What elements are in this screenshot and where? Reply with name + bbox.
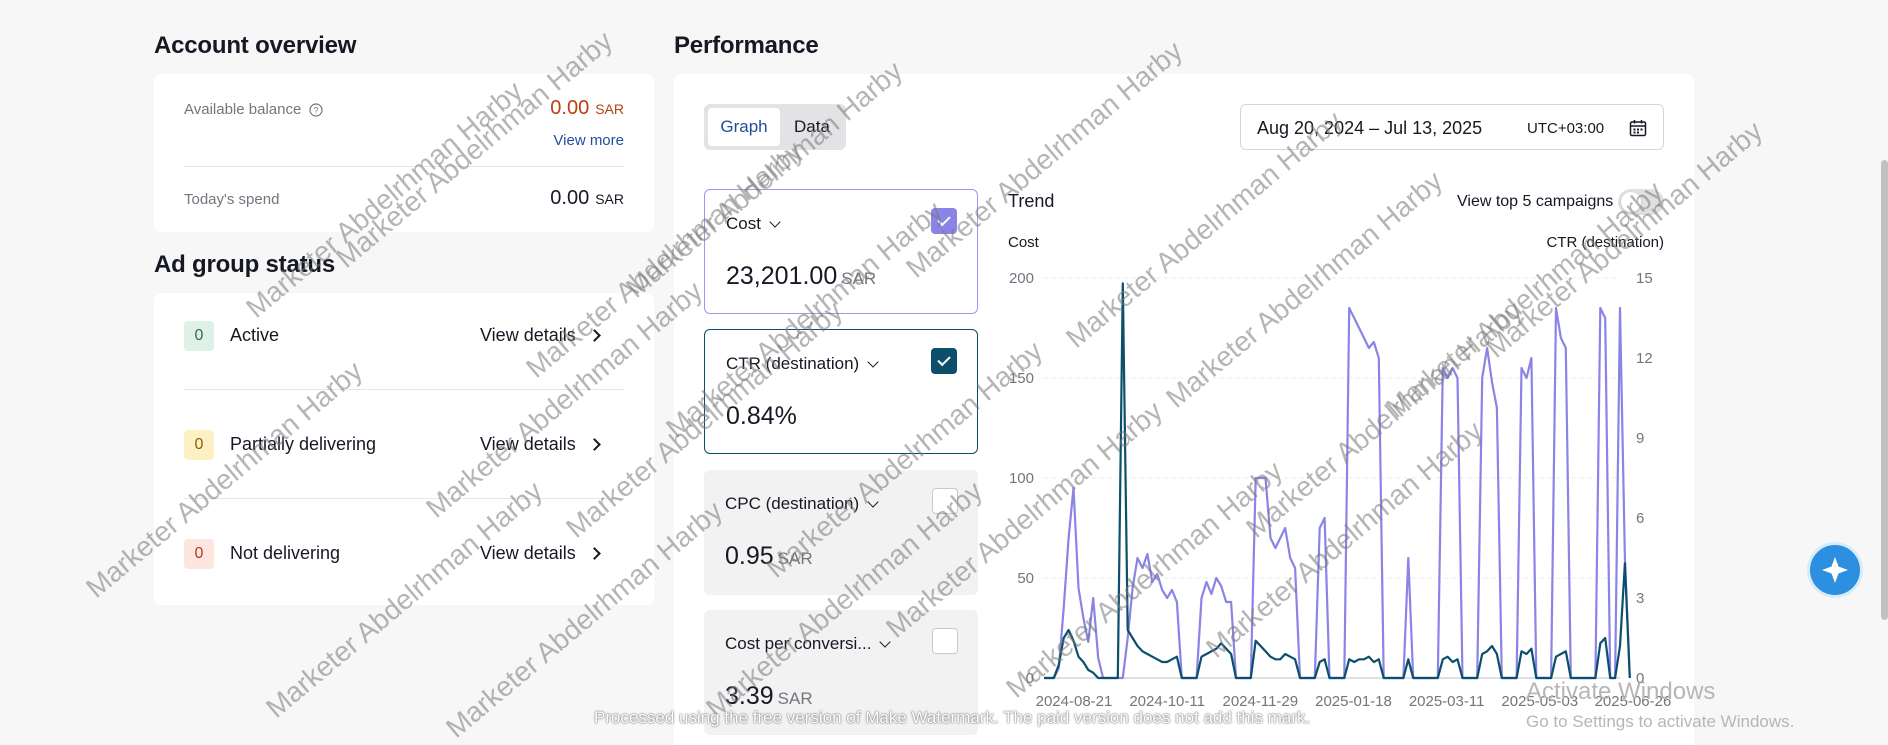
metric-value-cpc: 0.95 SAR (725, 542, 813, 570)
right-axis-title: CTR (destination) (1546, 234, 1664, 251)
assistant-button[interactable] (1807, 542, 1863, 598)
status-label-not-delivering: Not delivering (230, 543, 341, 563)
view-details-active-button[interactable]: View details (480, 325, 601, 346)
performance-title: Performance (674, 32, 819, 59)
activate-windows-title: Activate Windows (1526, 678, 1716, 705)
right-tick-label: 6 (1636, 510, 1644, 527)
metric-card-cpc[interactable]: CPC (destination) 0.95 SAR (704, 470, 978, 595)
divider (184, 166, 624, 167)
status-label-partially-delivering: Partially delivering (230, 434, 377, 454)
x-tick-label: 2025-01-18 (1315, 693, 1392, 710)
tab-graph[interactable]: Graph (708, 108, 780, 146)
timezone-text: UTC+03:00 (1527, 120, 1605, 137)
metric-checkbox-cpc[interactable] (932, 488, 958, 514)
metric-checkbox-ctr[interactable] (931, 348, 957, 374)
metric-title-ctr[interactable]: CTR (destination) (726, 354, 879, 374)
date-range-text: Aug 20, 2024 – Jul 13, 2025 (1257, 118, 1483, 138)
check-icon (937, 352, 951, 367)
metric-title-cost[interactable]: Cost (726, 214, 781, 234)
metric-checkbox-cost-per-conversion[interactable] (932, 628, 958, 654)
todays-spend-value: 0.00 SAR (550, 187, 624, 209)
metric-title-cost-per-conversion[interactable]: Cost per conversi... (725, 634, 892, 654)
partially-delivering-count-badge: 0 (184, 430, 214, 460)
view-more-link[interactable]: View more (553, 132, 624, 149)
toggle-knob (1621, 192, 1641, 212)
chevron-right-icon (587, 547, 601, 560)
not-delivering-count-badge: 0 (184, 539, 214, 569)
date-range-picker[interactable]: Aug 20, 2024 – Jul 13, 2025 UTC+03:00 (1240, 104, 1664, 150)
top5-toggle[interactable] (1618, 189, 1664, 215)
account-overview-card: Available balance ? 0.00 SAR View more To… (154, 74, 654, 232)
right-tick-label: 12 (1636, 350, 1653, 367)
chevron-down-icon (879, 635, 892, 648)
metric-value-cost-per-conversion: 3.39 SAR (725, 682, 813, 710)
left-tick-label: 100 (1009, 470, 1034, 487)
metric-card-ctr[interactable]: CTR (destination) 0.84% (704, 329, 978, 454)
ad-group-status-title: Ad group status (154, 251, 335, 278)
calendar-icon (1629, 120, 1647, 137)
check-icon (937, 212, 951, 227)
right-tick-label: 9 (1636, 430, 1644, 447)
metric-card-cost[interactable]: Cost 23,201.00 SAR (704, 189, 978, 314)
available-balance-label: Available balance (184, 101, 302, 118)
view-toggle: Graph Data (704, 104, 846, 150)
status-label-active: Active (230, 325, 280, 345)
svg-text:?: ? (314, 105, 319, 115)
scrollbar[interactable] (1881, 160, 1888, 620)
left-tick-label: 0 (1026, 670, 1034, 687)
chevron-down-icon (769, 215, 781, 228)
left-tick-label: 200 (1009, 270, 1034, 287)
view-details-not-delivering-button[interactable]: View details (480, 543, 601, 564)
metric-value-cost: 23,201.00 SAR (726, 262, 877, 290)
available-balance-value: 0.00 SAR (550, 97, 624, 119)
divider (184, 498, 624, 499)
tab-data[interactable]: Data (782, 108, 842, 146)
trend-title: Trend (1008, 191, 1055, 211)
active-count-badge: 0 (184, 321, 214, 351)
metric-title-cpc[interactable]: CPC (destination) (725, 494, 879, 514)
ctr-series-line (1044, 282, 1631, 680)
activate-windows-subtitle: Go to Settings to activate Windows. (1526, 712, 1795, 731)
metric-value-ctr: 0.84% (726, 402, 797, 430)
account-overview-title: Account overview (154, 32, 357, 59)
chevron-down-icon (867, 355, 879, 368)
left-axis-title: Cost (1008, 234, 1039, 251)
sparkle-icon (1822, 557, 1848, 583)
cost-series-line (1044, 306, 1631, 680)
view-details-partially-delivering-button[interactable]: View details (480, 434, 601, 455)
available-balance-row: Available balance ? (184, 101, 323, 118)
divider (184, 389, 624, 390)
chevron-down-icon (867, 495, 879, 508)
left-tick-label: 50 (1017, 570, 1034, 587)
right-tick-label: 15 (1636, 270, 1653, 287)
watermark-notice: Processed using the free version of Make… (594, 708, 1311, 727)
help-icon[interactable]: ? (309, 102, 323, 117)
chevron-right-icon (587, 438, 601, 451)
left-tick-label: 150 (1009, 370, 1034, 387)
metric-checkbox-cost[interactable] (931, 208, 957, 234)
top5-label: View top 5 campaigns (1457, 193, 1614, 210)
right-tick-label: 3 (1636, 590, 1644, 607)
todays-spend-label: Today's spend (184, 191, 280, 208)
chevron-right-icon (587, 329, 601, 342)
ad-group-status-card: 0 Active View details 0 Partially delive… (154, 293, 654, 605)
x-tick-label: 2025-03-11 (1409, 693, 1485, 710)
trend-chart: 050100150200036912152024-08-21 2024-10-11… (1009, 270, 1671, 710)
